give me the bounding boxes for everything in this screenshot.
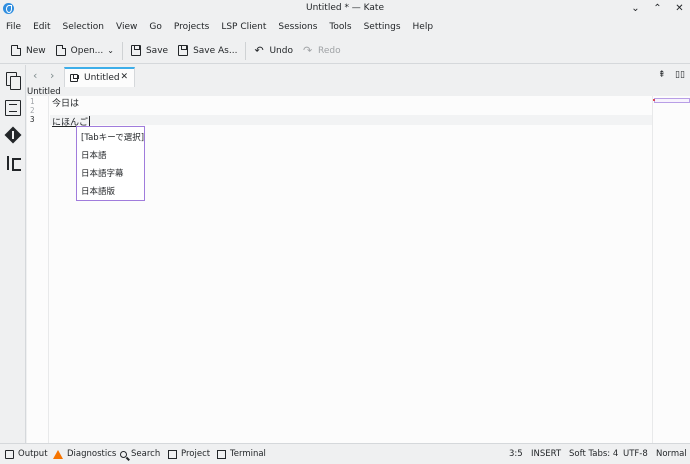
- documents-icon[interactable]: [5, 72, 21, 90]
- open-button[interactable]: Open... ⌄: [51, 41, 119, 61]
- tab-strip: ‹ › Untitled ✕ ⇞ ▯▯: [27, 65, 690, 87]
- menu-go[interactable]: Go: [143, 19, 167, 35]
- menu-view[interactable]: View: [110, 19, 143, 35]
- encoding-setting[interactable]: UTF-8: [623, 449, 648, 459]
- save-icon: [130, 45, 141, 56]
- indentation-setting[interactable]: Soft Tabs: 4: [569, 449, 618, 459]
- git-icon[interactable]: [5, 127, 21, 143]
- save-as-label: Save As...: [193, 45, 238, 56]
- line-number-gutter: 1 2 3: [27, 96, 49, 443]
- tab-untitled[interactable]: Untitled ✕: [64, 67, 135, 87]
- symbol-outline-icon[interactable]: [5, 100, 21, 116]
- menu-edit[interactable]: Edit: [27, 19, 56, 35]
- status-bar: Output Diagnostics Search Project Termin…: [0, 443, 690, 464]
- menu-file[interactable]: File: [0, 19, 27, 35]
- project-tree-icon[interactable]: [5, 155, 21, 171]
- menu-help[interactable]: Help: [407, 19, 440, 35]
- toolbar-separator: [245, 41, 247, 60]
- tab-label: Untitled: [84, 73, 120, 83]
- menu-lsp-client[interactable]: LSP Client: [215, 19, 272, 35]
- redo-button[interactable]: ↷ Redo: [298, 41, 346, 61]
- save-label: Save: [145, 45, 169, 56]
- search-icon: [120, 450, 127, 458]
- minimap[interactable]: [652, 96, 690, 443]
- search-label: Search: [131, 449, 161, 459]
- output-icon: [5, 449, 14, 459]
- chevron-down-icon[interactable]: ⌄: [628, 1, 643, 16]
- project-label: Project: [181, 449, 211, 459]
- line-number: 2: [30, 106, 35, 115]
- text-cursor: [89, 116, 91, 126]
- completion-item[interactable]: 日本語字幕: [81, 167, 124, 179]
- title-bar: Untitled * — Kate ⌄ ⌃ ✕: [0, 0, 690, 17]
- redo-icon: ↷: [302, 44, 313, 57]
- close-icon[interactable]: ✕: [672, 1, 687, 16]
- completion-item[interactable]: 日本語: [81, 149, 107, 161]
- output-button[interactable]: Output: [5, 449, 48, 459]
- window-title: Untitled * — Kate: [305, 3, 384, 13]
- minimap-marker: [653, 99, 655, 101]
- open-label: Open...: [70, 45, 104, 56]
- pin-icon[interactable]: ⇞: [658, 70, 666, 80]
- editor-line: 今日は: [52, 99, 80, 109]
- undo-button[interactable]: ↶ Undo: [249, 41, 298, 61]
- project-button[interactable]: Project: [168, 449, 210, 459]
- split-view-icon[interactable]: ▯▯: [675, 70, 685, 80]
- completion-popup: [Tabキーで選択] 日本語 日本語字幕 日本語版: [76, 126, 145, 201]
- minimap-viewport[interactable]: [654, 98, 690, 103]
- save-button[interactable]: Save: [126, 41, 173, 61]
- terminal-icon: [217, 449, 226, 459]
- document-save-icon: [70, 74, 79, 82]
- forward-arrow-icon[interactable]: ›: [50, 69, 54, 82]
- current-line-highlight: [50, 115, 652, 125]
- terminal-button[interactable]: Terminal: [217, 449, 266, 459]
- line-number-current: 3: [30, 115, 35, 124]
- menu-settings[interactable]: Settings: [358, 19, 407, 35]
- terminal-label: Terminal: [230, 449, 266, 459]
- menu-sessions[interactable]: Sessions: [272, 19, 323, 35]
- menu-tools[interactable]: Tools: [323, 19, 357, 35]
- menu-selection[interactable]: Selection: [57, 19, 110, 35]
- warning-icon: [53, 449, 63, 459]
- main-toolbar: New Open... ⌄ Save Save As... ↶ Undo ↷ R…: [0, 38, 690, 64]
- save-as-button[interactable]: Save As...: [173, 41, 242, 61]
- menu-bar: File Edit Selection View Go Projects LSP…: [0, 19, 690, 35]
- diagnostics-button[interactable]: Diagnostics: [53, 449, 116, 459]
- undo-label: Undo: [269, 45, 293, 56]
- input-mode[interactable]: INSERT: [531, 449, 561, 459]
- menu-projects[interactable]: Projects: [168, 19, 215, 35]
- redo-label: Redo: [317, 45, 341, 56]
- minimize-icon[interactable]: ⌃: [650, 1, 665, 16]
- completion-item[interactable]: 日本語版: [81, 185, 115, 197]
- project-icon: [168, 449, 177, 459]
- output-label: Output: [18, 449, 48, 459]
- undo-icon: ↶: [254, 44, 264, 57]
- left-sidebar: [0, 65, 26, 443]
- line-number: 1: [30, 97, 35, 106]
- close-tab-icon[interactable]: ✕: [120, 72, 128, 82]
- back-arrow-icon[interactable]: ‹: [33, 69, 37, 82]
- new-button[interactable]: New: [6, 41, 51, 61]
- search-button[interactable]: Search: [120, 449, 160, 459]
- new-label: New: [26, 45, 46, 56]
- toolbar-separator: [121, 41, 123, 60]
- save-as-icon: [178, 45, 189, 56]
- completion-item[interactable]: [Tabキーで選択]: [81, 131, 144, 143]
- open-document-icon: [55, 45, 66, 56]
- diagnostics-label: Diagnostics: [67, 449, 117, 459]
- syntax-mode[interactable]: Normal: [656, 449, 687, 459]
- chevron-down-icon[interactable]: ⌄: [107, 46, 114, 55]
- cursor-position[interactable]: 3:5: [509, 449, 523, 459]
- new-document-icon: [11, 45, 21, 56]
